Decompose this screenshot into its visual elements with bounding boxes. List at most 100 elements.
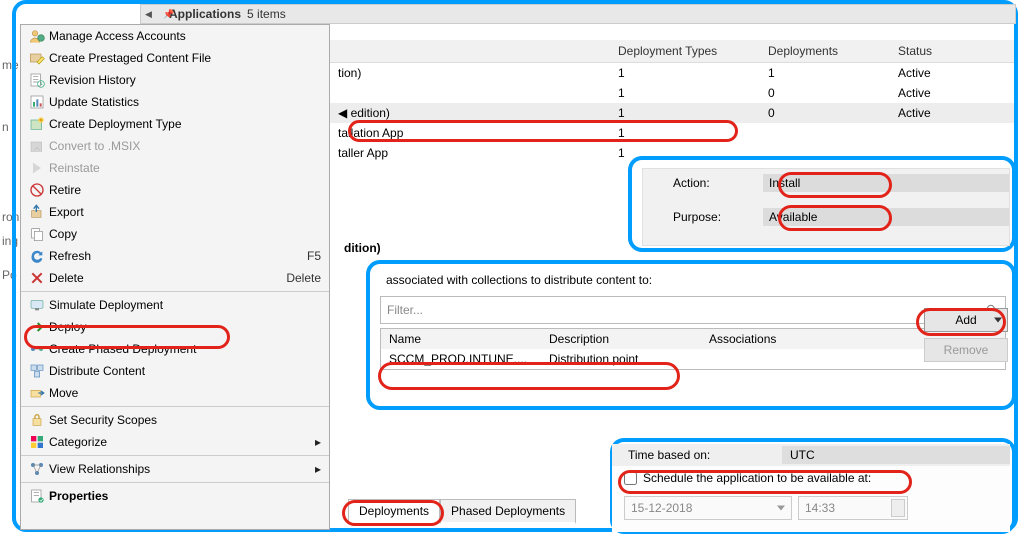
menu-shortcut: Delete <box>286 271 321 285</box>
cell-deptypes: 1 <box>610 143 760 163</box>
export-icon <box>25 204 49 220</box>
breadcrumb-header: 📌 Applications 5 items <box>140 4 1016 24</box>
cell-deployments <box>760 123 890 143</box>
menu-label: Copy <box>49 227 321 241</box>
cell-name: taller App <box>330 143 610 163</box>
create-icon <box>25 116 49 132</box>
col-status[interactable]: Status <box>890 40 1014 63</box>
menu-export[interactable]: Export <box>21 201 329 223</box>
menu-label: Categorize <box>49 435 311 449</box>
sim-icon <box>25 297 49 313</box>
menu-label: Properties <box>49 489 321 503</box>
menu-set-security-scopes[interactable]: Set Security Scopes <box>21 409 329 431</box>
spinner-icon[interactable] <box>891 499 905 517</box>
menu-convert-to-msix: Convert to .MSIX <box>21 135 329 157</box>
cell-status <box>890 143 1014 163</box>
menu-label: Manage Access Accounts <box>49 29 321 43</box>
applications-grid[interactable]: Deployment Types Deployments Status tion… <box>330 40 1014 163</box>
cell-name <box>330 83 610 103</box>
page-title: Applications <box>169 7 241 21</box>
menu-label: Reinstate <box>49 161 321 175</box>
distribution-caption: associated with collections to distribut… <box>376 270 1010 290</box>
col-blank[interactable] <box>330 40 610 63</box>
filter-input[interactable]: Filter... <box>380 296 1006 324</box>
menu-update-statistics[interactable]: Update Statistics <box>21 91 329 113</box>
menu-label: Delete <box>49 271 286 285</box>
timebased-label: Time based on: <box>612 448 782 462</box>
box-edit-icon <box>25 50 49 66</box>
menu-distribute-content[interactable]: Distribute Content <box>21 360 329 382</box>
move-icon <box>25 385 49 401</box>
cell-name: tion) <box>330 63 610 84</box>
menu-label: Export <box>49 205 321 219</box>
menu-copy[interactable]: Copy <box>21 223 329 245</box>
refresh-icon <box>25 248 49 264</box>
menu-move[interactable]: Move <box>21 382 329 404</box>
remove-button: Remove <box>924 338 1008 362</box>
table-row[interactable]: 10Active <box>330 83 1014 103</box>
timebased-value[interactable]: UTC <box>782 446 1010 464</box>
scope-icon <box>25 412 49 428</box>
submenu-arrow-icon: ▸ <box>315 435 321 449</box>
cell-status: Active <box>890 83 1014 103</box>
menu-label: Create Prestaged Content File <box>49 51 321 65</box>
distribute-icon <box>25 363 49 379</box>
menu-label: Move <box>49 386 321 400</box>
dpcol-name[interactable]: Name <box>381 329 541 349</box>
cell-deptypes: 1 <box>610 83 760 103</box>
menu-properties[interactable]: Properties <box>21 485 329 507</box>
section-title: dition) <box>344 241 381 255</box>
action-label: Action: <box>643 176 763 190</box>
menu-label: Retire <box>49 183 321 197</box>
menu-label: Distribute Content <box>49 364 321 378</box>
menu-refresh[interactable]: RefreshF5 <box>21 245 329 267</box>
props-icon <box>25 488 49 504</box>
table-row[interactable]: tion)11Active <box>330 63 1014 84</box>
filter-placeholder: Filter... <box>387 303 423 317</box>
menu-label: Revision History <box>49 73 321 87</box>
menu-simulate-deployment[interactable]: Simulate Deployment <box>21 294 329 316</box>
cell-deployments <box>760 143 890 163</box>
menu-shortcut: F5 <box>307 249 321 263</box>
retire-icon <box>25 182 49 198</box>
menu-categorize[interactable]: Categorize ▸ <box>21 431 329 453</box>
menu-reinstate: Reinstate <box>21 157 329 179</box>
copy-icon <box>25 226 49 242</box>
tab-phased-deployments[interactable]: Phased Deployments <box>440 499 576 524</box>
chart-icon <box>25 94 49 110</box>
delete-icon <box>25 270 49 286</box>
date-input[interactable]: 15-12-2018 <box>624 496 792 520</box>
reinstate-icon <box>25 160 49 176</box>
menu-label: Refresh <box>49 249 307 263</box>
menu-label: Set Security Scopes <box>49 413 321 427</box>
pin-icon: 📌 <box>163 9 174 20</box>
relations-icon <box>25 461 49 477</box>
convert-icon <box>25 138 49 154</box>
context-menu: Manage Access Accounts Create Prestaged C… <box>20 24 330 530</box>
cell-status <box>890 123 1014 143</box>
menu-view-relationships[interactable]: View Relationships ▸ <box>21 458 329 480</box>
table-row[interactable]: taller App1 <box>330 143 1014 163</box>
cell-status: Active <box>890 103 1014 123</box>
time-input[interactable]: 14:33 <box>798 496 908 520</box>
cell-deptypes: 1 <box>610 63 760 84</box>
menu-label: Simulate Deployment <box>49 298 321 312</box>
col-deployments[interactable]: Deployments <box>760 40 890 63</box>
col-deptypes[interactable]: Deployment Types <box>610 40 760 63</box>
menu-label: Update Statistics <box>49 95 321 109</box>
menu-create-deployment-type[interactable]: Create Deployment Type <box>21 113 329 135</box>
menu-label: Convert to .MSIX <box>49 139 321 153</box>
dpcol-desc[interactable]: Description <box>541 329 701 349</box>
cell-deployments: 0 <box>760 83 890 103</box>
cell-deployments: 0 <box>760 103 890 123</box>
menu-manage-access-accounts[interactable]: Manage Access Accounts <box>21 25 329 47</box>
menu-revision-history[interactable]: Revision History <box>21 69 329 91</box>
menu-label: View Relationships <box>49 462 311 476</box>
cell-status: Active <box>890 63 1014 84</box>
purpose-label: Purpose: <box>643 210 763 224</box>
categorize-icon <box>25 434 49 450</box>
menu-create-prestaged-content-file[interactable]: Create Prestaged Content File <box>21 47 329 69</box>
menu-retire[interactable]: Retire <box>21 179 329 201</box>
menu-delete[interactable]: DeleteDelete <box>21 267 329 289</box>
submenu-arrow-icon: ▸ <box>315 462 321 476</box>
